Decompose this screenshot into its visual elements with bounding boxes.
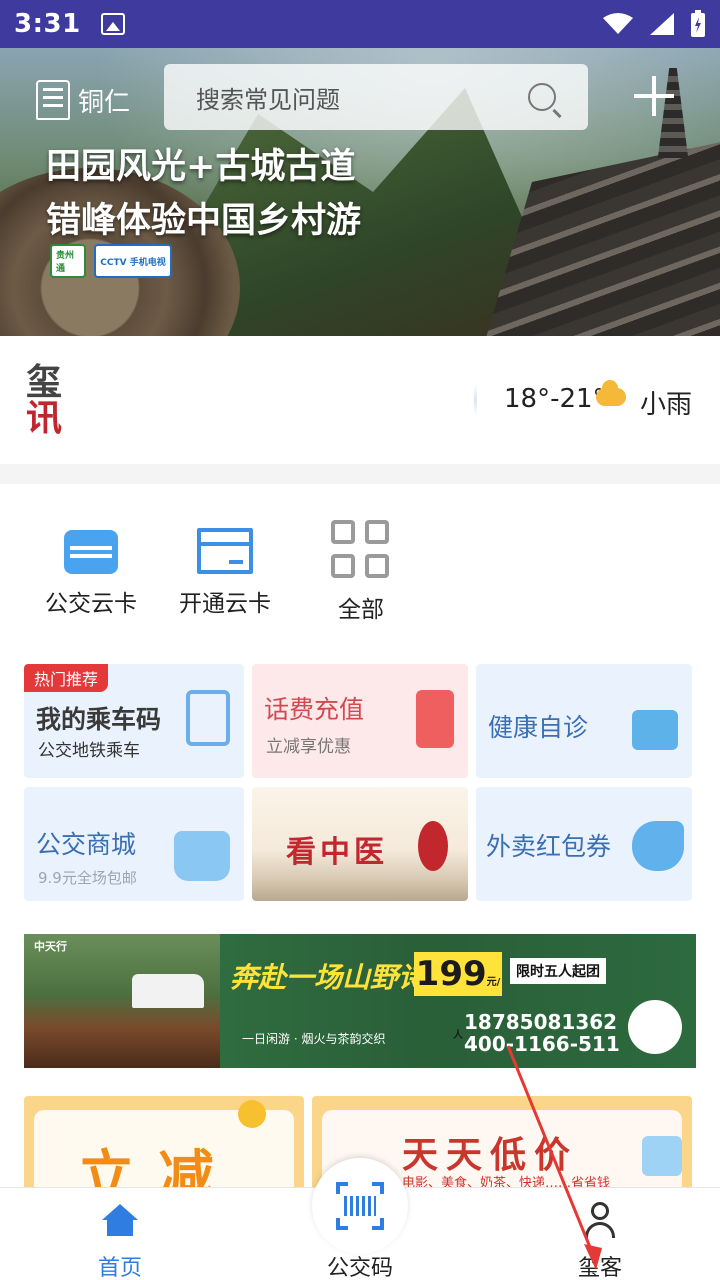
nav-home[interactable]: 首页 [40, 1188, 200, 1280]
battery-icon [691, 10, 705, 37]
service-all[interactable]: 全部 [296, 520, 426, 624]
image-notification-icon [100, 13, 125, 35]
cctv-logo: CCTV 手机电视 [94, 244, 172, 278]
service-open-cloud-card[interactable]: 开通云卡 [160, 520, 290, 618]
status-icons [602, 10, 706, 38]
divider [474, 384, 477, 416]
qr-code-icon [628, 1000, 682, 1054]
temperature: 18°-21° [504, 384, 606, 414]
tile-takeout-coupon[interactable]: 外卖红包券 [476, 787, 692, 901]
coin-icon [238, 1100, 266, 1128]
tile-phone-recharge[interactable]: 话费充值 立减享优惠 [252, 664, 468, 778]
price-badge: 199元/人 [414, 952, 502, 1041]
tile-health-check[interactable]: 健康自诊 [476, 664, 692, 778]
city-selector[interactable]: 铜仁 [36, 80, 130, 120]
hot-recommend-badge: 热门推荐 [24, 664, 109, 692]
city-name: 铜仁 [78, 87, 131, 118]
search-icon [528, 83, 556, 111]
banner-partner-logos: 贵州通 CCTV 手机电视 [50, 244, 172, 278]
ad-banner[interactable]: 中天行 奔赴一场山野诗行 一日闲游 · 烟火与茶韵交织 199元/人 限时五人起… [24, 934, 696, 1068]
card-icon [197, 528, 253, 574]
nav-profile[interactable]: 玺客 [520, 1188, 680, 1280]
hotline-2: 400-1166-511 [464, 1032, 620, 1056]
shopping-cart-icon [174, 831, 230, 881]
tile-ride-code[interactable]: 热门推荐 我的乘车码 公交地铁乘车 [24, 664, 244, 778]
guizhoutong-logo: 贵州通 [50, 244, 86, 278]
hero-banner[interactable]: 铜仁 搜索常见问题 田园风光+古城古道 错峰体验中国乡村游 贵州通 CCTV 手… [0, 48, 720, 336]
wifi-icon [603, 13, 633, 34]
banner-headline: 田园风光+古城古道 错峰体验中国乡村游 [46, 146, 362, 241]
user-icon [584, 1202, 616, 1242]
medical-kit-icon [632, 710, 678, 750]
search-placeholder: 搜索常见问题 [196, 85, 340, 114]
news-weather-strip[interactable]: 玺 讯 18°-21° 小雨 [0, 336, 720, 464]
tile-chinese-medicine[interactable]: 看中医 [252, 787, 468, 901]
bus-card-icon [64, 530, 118, 574]
rv-image [132, 974, 204, 1008]
grid-icon [331, 520, 391, 580]
services-panel: 公交云卡 开通云卡 全部 热门推荐 我的乘车码 公交地铁乘车 话费充值 立减享优… [0, 484, 720, 1196]
promo-discount[interactable]: 立减 [24, 1096, 304, 1196]
tile-bus-mall[interactable]: 公交商城 9.9元全场包邮 [24, 787, 244, 901]
xixun-logo: 玺 讯 [26, 361, 63, 439]
hotline-1: 18785081362 [464, 1010, 618, 1034]
signal-icon [650, 13, 674, 35]
add-icon[interactable] [632, 74, 676, 118]
weather-condition: 小雨 [640, 390, 693, 420]
tcm-seal-icon [418, 821, 448, 871]
bus-code-scan-button[interactable] [312, 1158, 408, 1254]
clock: 3:31 [14, 9, 81, 39]
status-bar: 3:31 [0, 0, 720, 48]
phone-icon [416, 690, 454, 748]
qr-code-icon [186, 690, 230, 746]
home-icon [102, 1204, 138, 1236]
scan-icon [336, 1182, 384, 1230]
city-logo-icon [36, 80, 70, 120]
search-bar[interactable]: 搜索常见问题 [164, 64, 588, 130]
weather-rain-icon [596, 380, 626, 406]
gift-icon [642, 1136, 682, 1176]
scooter-icon [632, 821, 684, 871]
service-bus-cloud-card[interactable]: 公交云卡 [26, 520, 156, 618]
